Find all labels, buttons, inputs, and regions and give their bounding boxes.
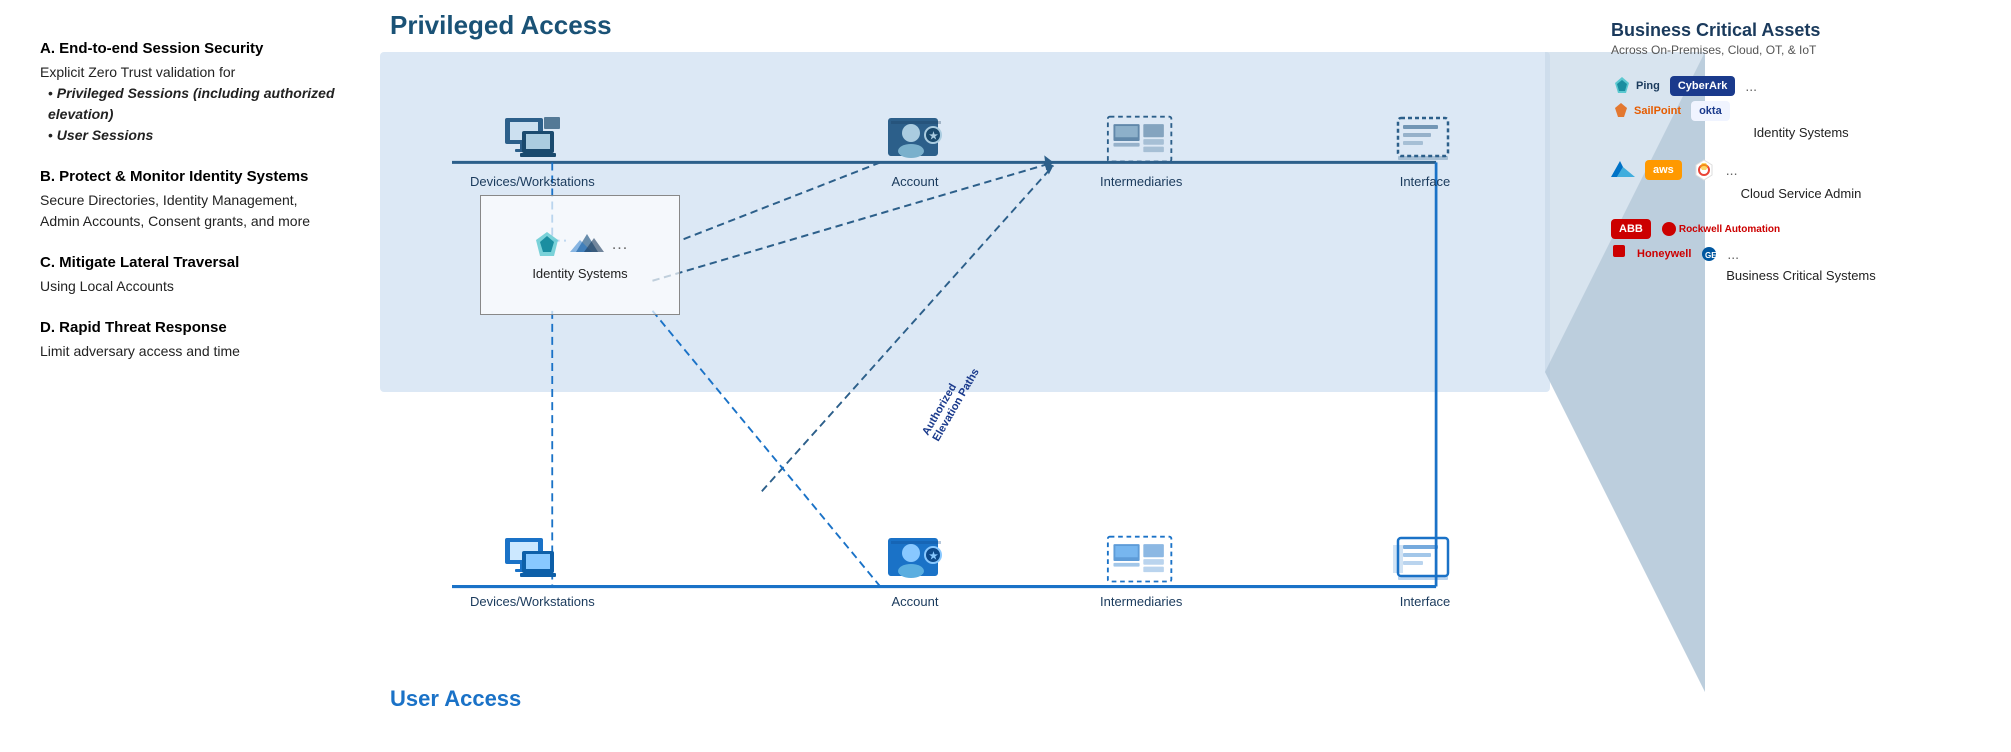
bca-subtitle: Across On-Premises, Cloud, OT, & IoT (1611, 43, 1991, 57)
logo-dots-identity: ... (1745, 78, 1757, 94)
logo-ping: Ping (1611, 75, 1660, 97)
bca-identity-logos2: SailPoint okta (1611, 101, 1991, 121)
bca-critical-logos2: Honeywell GE ... (1611, 243, 1991, 264)
left-panel: A. End-to-end Session Security Explicit … (0, 0, 370, 752)
logo-gcp (1692, 158, 1716, 182)
svg-text:GE: GE (1705, 251, 1717, 260)
node-interface-user-label: Interface (1400, 594, 1451, 609)
devices-workstations-user-icon (497, 530, 567, 590)
bca-critical-systems: ABB Rockwell Automation Honeywell GE ...… (1611, 219, 1991, 283)
logo-sailpoint: SailPoint (1611, 101, 1681, 121)
node-dw-user-label: Devices/Workstations (470, 594, 595, 609)
bca-identity-systems: Ping CyberArk ... SailPoint okta Identit… (1611, 75, 1991, 140)
section-a-body: Explicit Zero Trust validation for Privi… (40, 62, 340, 146)
logo-aws: aws (1645, 160, 1682, 180)
identity-icons: ... (532, 230, 628, 260)
identity-layers-icon (570, 230, 604, 260)
node-intermediaries-user: Intermediaries (1100, 530, 1182, 609)
node-intermediaries-user-label: Intermediaries (1100, 594, 1182, 609)
logo-dots-critical: ... (1727, 246, 1739, 262)
node-intermediaries-priv-label: Intermediaries (1100, 174, 1182, 189)
node-account-user-label: Account (892, 594, 939, 609)
bca-identity-logos: Ping CyberArk ... (1611, 75, 1991, 97)
section-c-body: Using Local Accounts (40, 276, 340, 297)
bullet-privileged-sessions: Privileged Sessions (including authorize… (48, 83, 340, 125)
logo-honeywell-text: Honeywell (1637, 248, 1691, 260)
node-account-priv-label: Account (892, 174, 939, 189)
bullet-user-sessions: User Sessions (48, 125, 340, 146)
node-interface-priv-label: Interface (1400, 174, 1451, 189)
node-dw-priv-label: Devices/Workstations (470, 174, 595, 189)
bca-critical-label: Business Critical Systems (1611, 268, 1991, 283)
right-panel: Business Critical Assets Across On-Premi… (1591, 0, 2011, 752)
node-devices-workstations-user: Devices/Workstations (470, 530, 595, 609)
intermediaries-priv-icon (1106, 110, 1176, 170)
node-account-user: ★ Account (880, 530, 950, 609)
bca-identity-label: Identity Systems (1611, 125, 1991, 140)
section-c: C. Mitigate Lateral Traversal Using Loca… (40, 254, 340, 297)
identity-box-label: Identity Systems (532, 266, 627, 281)
intermediaries-user-icon (1106, 530, 1176, 590)
section-d-body: Limit adversary access and time (40, 341, 340, 362)
identity-dots: ... (612, 236, 628, 254)
bca-cloud-admin: aws ... Cloud Service Admin (1611, 158, 1991, 201)
logo-azure (1611, 159, 1635, 181)
section-b-body: Secure Directories, Identity Management,… (40, 190, 340, 232)
bca-cloud-label: Cloud Service Admin (1611, 186, 1991, 201)
section-d: D. Rapid Threat Response Limit adversary… (40, 319, 340, 362)
section-a-title: A. End-to-end Session Security (40, 40, 340, 57)
node-intermediaries-priv: Intermediaries (1100, 110, 1182, 189)
section-a: A. End-to-end Session Security Explicit … (40, 40, 340, 146)
interface-user-icon (1390, 530, 1460, 590)
node-devices-workstations-priv: Devices/Workstations (470, 110, 595, 189)
node-interface-user: Interface (1390, 530, 1460, 609)
logo-rockwell: Rockwell Automation (1661, 221, 1780, 237)
devices-workstations-priv-icon (497, 110, 567, 170)
section-b-title: B. Protect & Monitor Identity Systems (40, 168, 340, 185)
logo-honeywell-badge (1611, 243, 1627, 264)
identity-systems-box: ... Identity Systems (480, 195, 680, 315)
account-priv-icon: ★ (880, 110, 950, 170)
section-c-title: C. Mitigate Lateral Traversal (40, 254, 340, 271)
bca-cloud-logos: aws ... (1611, 158, 1991, 182)
user-access-label: User Access (390, 686, 521, 712)
logo-ge: GE (1701, 246, 1717, 262)
bca-title: Business Critical Assets (1611, 20, 1991, 41)
node-account-priv: ★ Account (880, 110, 950, 189)
section-d-title: D. Rapid Threat Response (40, 319, 340, 336)
logo-dots-cloud: ... (1726, 162, 1738, 178)
logo-okta: okta (1691, 101, 1730, 121)
svg-text:★: ★ (929, 551, 938, 562)
identity-diamond-icon (532, 230, 562, 260)
section-b: B. Protect & Monitor Identity Systems Se… (40, 168, 340, 232)
diagram-title: Privileged Access (390, 10, 612, 41)
main-diagram: Privileged Access (370, 0, 1591, 752)
logo-abb: ABB (1611, 219, 1651, 239)
logo-cyberark: CyberArk (1670, 76, 1736, 96)
node-interface-priv: Interface (1390, 110, 1460, 189)
account-user-icon: ★ (880, 530, 950, 590)
bca-critical-logos1: ABB Rockwell Automation (1611, 219, 1991, 239)
svg-text:★: ★ (929, 131, 938, 142)
section-a-bullets: Privileged Sessions (including authorize… (40, 83, 340, 146)
interface-priv-icon (1390, 110, 1460, 170)
